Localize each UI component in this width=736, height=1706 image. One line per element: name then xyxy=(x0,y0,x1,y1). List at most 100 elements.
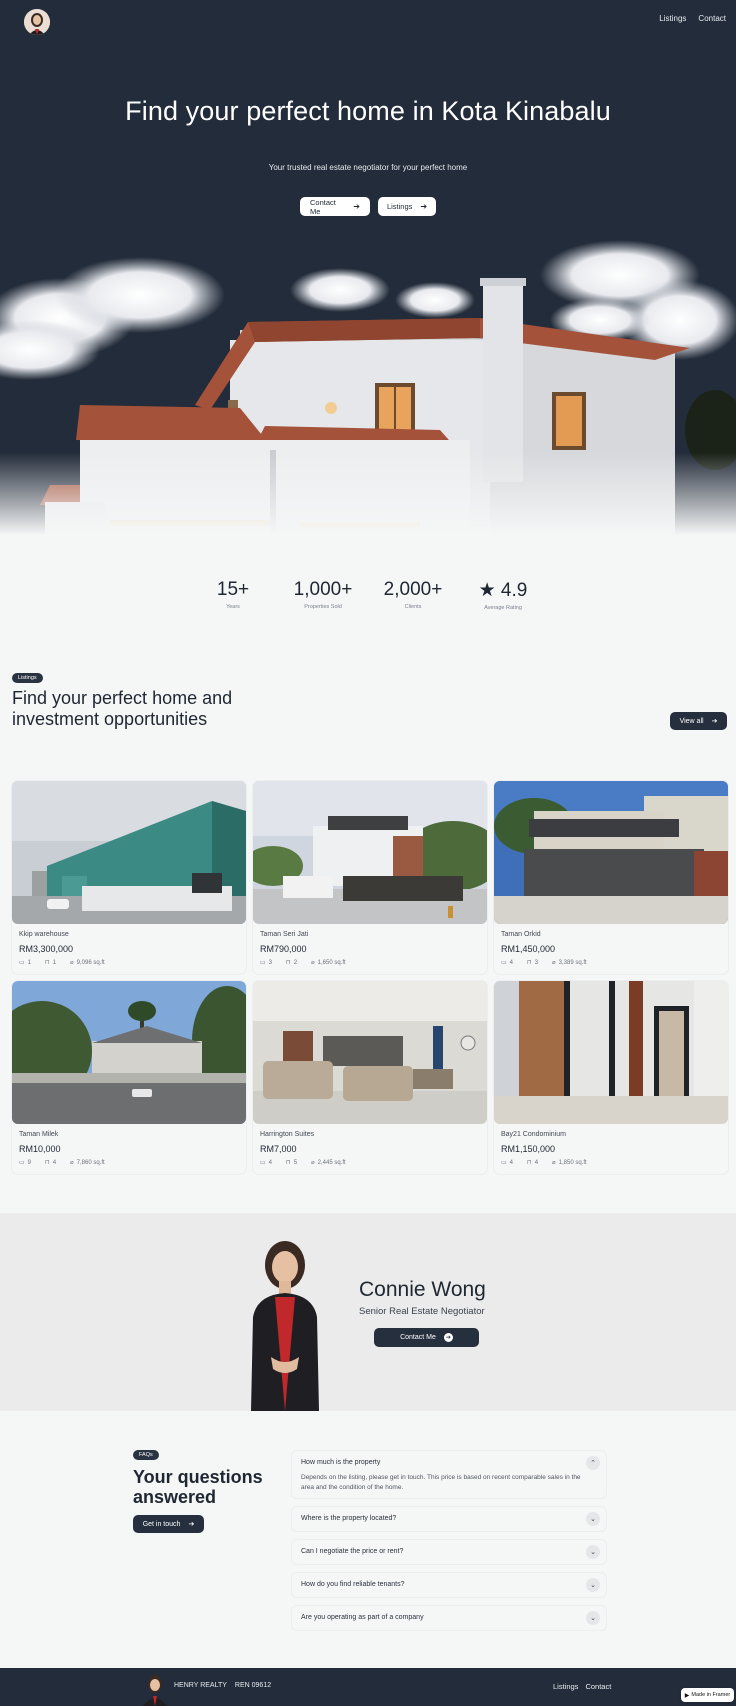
faq-item[interactable]: How much is the property Depends on the … xyxy=(292,1451,606,1498)
footer: HENRY REALTY REN 09612 Listings Contact xyxy=(0,1668,736,1706)
beds: ▭ 3 xyxy=(260,959,272,967)
hero-section: Listings Contact Find your perfect home … xyxy=(0,0,736,535)
agent-portrait xyxy=(251,1241,319,1411)
chevron-down-icon[interactable]: ⌄ xyxy=(586,1512,600,1526)
area-value: 1,650 sq.ft xyxy=(317,959,346,966)
listing-photo xyxy=(494,781,728,924)
bath-icon: ⊓ xyxy=(286,1160,291,1166)
faq-list: How much is the property Depends on the … xyxy=(292,1451,606,1639)
area-value: 3,389 sq.ft xyxy=(558,959,587,966)
baths: ⊓ 3 xyxy=(527,959,539,967)
contact-me-button[interactable]: Contact Me ➔ xyxy=(300,197,370,216)
listing-meta: ▭ 9 ⊓ 4 ⌀ 7,860 sq.ft xyxy=(19,1159,105,1167)
stat-clients: 2,000+ Clients xyxy=(368,579,458,611)
chevron-up-icon[interactable]: ⌃ xyxy=(586,1456,600,1470)
listings-badge: Listings xyxy=(12,673,43,683)
chevron-down-icon[interactable]: ⌄ xyxy=(586,1611,600,1625)
baths: ⊓ 5 xyxy=(286,1159,298,1167)
area: ⌀ 1,650 sq.ft xyxy=(311,959,346,967)
area-value: 7,860 sq.ft xyxy=(76,1159,105,1166)
listing-photo xyxy=(494,981,728,1124)
area: ⌀ 1,850 sq.ft xyxy=(552,1159,587,1167)
bed-count: 9 xyxy=(27,1159,32,1166)
get-in-touch-label: Get in touch xyxy=(142,1520,181,1528)
listing-price: RM10,000 xyxy=(19,1144,61,1154)
stat-value: ★ 4.9 xyxy=(478,580,528,601)
bath-count: 3 xyxy=(534,959,539,966)
bath-icon: ⊓ xyxy=(45,960,50,966)
listing-price: RM790,000 xyxy=(260,944,307,954)
listing-card-kkip-warehouse[interactable]: Kkip warehouse RM3,300,000 ▭ 1 ⊓ 1 ⌀ 9,096 … xyxy=(12,781,246,974)
stats-row: 15+ Years 1,000+ Properties Sold 2,000+ … xyxy=(0,579,736,611)
framer-icon: ▶ xyxy=(684,1692,690,1699)
faq-question: Are you operating as part of a company xyxy=(301,1614,424,1621)
baths: ⊓ 2 xyxy=(286,959,298,967)
faq-item[interactable]: How do you find reliable tenants? ⌄ xyxy=(292,1573,606,1597)
listing-meta: ▭ 1 ⊓ 1 ⌀ 9,096 sq.ft xyxy=(19,959,105,967)
stat-label: Average Rating xyxy=(484,605,522,611)
bath-count: 4 xyxy=(534,1159,539,1166)
area-icon: ⌀ xyxy=(311,1160,315,1166)
stat-years: 15+ Years xyxy=(188,579,278,611)
listings-title: Find your perfect home and investment op… xyxy=(12,688,233,729)
footer-link-contact[interactable]: Contact xyxy=(585,1682,611,1691)
stat-value: 1,000+ xyxy=(293,579,353,600)
agent-role: Senior Real Estate Negotiator xyxy=(359,1306,485,1317)
listing-card-harrington-suites[interactable]: Harrington Suites RM7,000 ▭ 4 ⊓ 5 ⌀ 2,445 s… xyxy=(253,981,487,1174)
agent-contact-button[interactable]: Contact Me ➔ xyxy=(374,1328,479,1347)
bath-icon: ⊓ xyxy=(527,1160,532,1166)
area-value: 1,850 sq.ft xyxy=(558,1159,587,1166)
faq-item[interactable]: Where is the property located? ⌄ xyxy=(292,1507,606,1531)
faq-title-text: Your questions answered xyxy=(133,1467,263,1507)
chevron-down-icon[interactable]: ⌄ xyxy=(586,1578,600,1592)
footer-avatar xyxy=(143,1675,167,1706)
listing-card-taman-seri-jati[interactable]: Taman Seri Jati RM790,000 ▭ 3 ⊓ 2 ⌀ 1,650 s… xyxy=(253,781,487,974)
faq-item[interactable]: Can I negotiate the price or rent? ⌄ xyxy=(292,1540,606,1564)
area-value: 2,445 sq.ft xyxy=(317,1159,346,1166)
listing-price: RM3,300,000 xyxy=(19,944,74,954)
area: ⌀ 3,389 sq.ft xyxy=(552,959,587,967)
chevron-down-icon[interactable]: ⌄ xyxy=(586,1545,600,1559)
faq-question: Can I negotiate the price or rent? xyxy=(301,1548,404,1555)
bath-icon: ⊓ xyxy=(286,960,291,966)
listing-card-bay21-condominium[interactable]: Bay21 Condominium RM1,150,000 ▭ 4 ⊓ 4 ⌀ 1,8… xyxy=(494,981,728,1174)
listing-meta: ▭ 4 ⊓ 3 ⌀ 3,389 sq.ft xyxy=(501,959,587,967)
bed-count: 1 xyxy=(27,959,32,966)
nav-link-contact[interactable]: Contact xyxy=(698,14,726,23)
framer-badge-label: Made in Framer xyxy=(691,1692,731,1698)
area-icon: ⌀ xyxy=(70,1160,74,1166)
listing-card-taman-orkid[interactable]: Taman Orkid RM1,450,000 ▭ 4 ⊓ 3 ⌀ 3,389 sq.… xyxy=(494,781,728,974)
faq-answer: Depends on the listing, please get in to… xyxy=(301,1474,581,1491)
footer-link-listings[interactable]: Listings xyxy=(553,1682,578,1691)
listing-name: Kkip warehouse xyxy=(19,931,69,938)
hero-title: Find your perfect home in Kota Kinabalu xyxy=(125,96,611,126)
area-value: 9,096 sq.ft xyxy=(76,959,105,966)
area: ⌀ 2,445 sq.ft xyxy=(311,1159,346,1167)
arrow-right-icon: ➔ xyxy=(711,718,718,725)
listing-photo xyxy=(12,981,246,1124)
listings-button[interactable]: Listings ➔ xyxy=(378,197,436,216)
listing-card-taman-milek[interactable]: Taman Milek RM10,000 ▭ 9 ⊓ 4 ⌀ 7,860 sq.ft xyxy=(12,981,246,1174)
nav-link-listings[interactable]: Listings xyxy=(659,14,686,23)
area: ⌀ 7,860 sq.ft xyxy=(70,1159,105,1167)
stat-label: Properties Sold xyxy=(304,604,342,610)
listing-name: Harrington Suites xyxy=(260,1131,315,1138)
bath-count: 5 xyxy=(293,1159,298,1166)
stat-value: 2,000+ xyxy=(383,579,443,600)
bed-icon: ▭ xyxy=(19,960,25,966)
listing-photo xyxy=(253,981,487,1124)
baths: ⊓ 4 xyxy=(527,1159,539,1167)
house-hero-image xyxy=(0,240,736,535)
get-in-touch-button[interactable]: Get in touch ➔ xyxy=(133,1515,204,1533)
faq-item[interactable]: Are you operating as part of a company ⌄ xyxy=(292,1606,606,1630)
view-all-button[interactable]: View all ➔ xyxy=(670,712,727,730)
listings-label: Listings xyxy=(386,202,413,211)
bath-count: 2 xyxy=(293,959,298,966)
beds: ▭ 4 xyxy=(501,1159,514,1167)
avatar[interactable] xyxy=(24,9,50,35)
made-in-framer-badge[interactable]: ▶ Made in Framer xyxy=(681,1688,734,1702)
beds: ▭ 4 xyxy=(501,959,513,967)
arrow-circle-icon: ➔ xyxy=(443,1333,453,1342)
bed-count: 4 xyxy=(268,1159,273,1166)
bed-count: 4 xyxy=(509,1159,514,1166)
